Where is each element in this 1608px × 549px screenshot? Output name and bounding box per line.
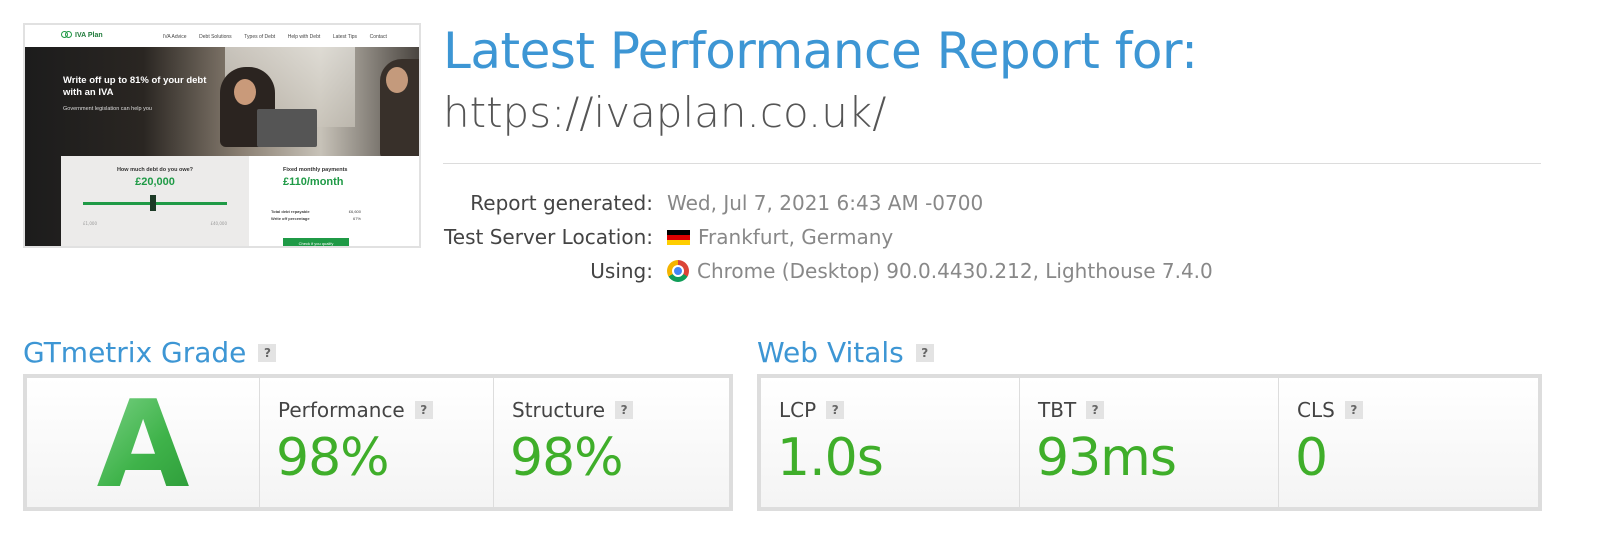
- generated-label: Report generated:: [470, 191, 653, 215]
- thumbnail-cta-button: Check if you qualify: [283, 238, 349, 246]
- logo-rings-icon: [61, 31, 73, 39]
- thumbnail-payment-card: Fixed monthly payments £110/month Total …: [249, 156, 419, 246]
- gtmetrix-grade-heading: GTmetrix Grade ?: [23, 336, 277, 369]
- location-label: Test Server Location:: [443, 225, 653, 249]
- grade-cell: A: [27, 378, 260, 507]
- help-icon[interactable]: ?: [915, 343, 934, 362]
- payment-breakdown: Total debt repayable £6,600 Write off per…: [271, 209, 361, 221]
- performance-label: Performance: [278, 398, 405, 422]
- generated-value: Wed, Jul 7, 2021 6:43 AM -0700: [667, 191, 984, 215]
- help-icon[interactable]: ?: [1086, 401, 1105, 419]
- thumbnail-nav-link: Help with Debt: [287, 34, 321, 40]
- thumbnail-nav-link: Contact: [369, 34, 387, 40]
- report-url[interactable]: https://ivaplan.co.uk/: [443, 88, 886, 137]
- debt-slider-handle: [150, 195, 156, 211]
- tbt-label: TBT: [1038, 398, 1077, 422]
- thumbnail-debt-calculator: How much debt do you owe? £20,000 £1,000…: [61, 156, 249, 246]
- thumbnail-nav-links: IVA Advice Debt Solutions Types of Debt …: [163, 34, 398, 40]
- help-icon[interactable]: ?: [414, 401, 433, 419]
- structure-value: 98%: [510, 428, 624, 488]
- performance-value: 98%: [276, 428, 390, 488]
- cls-label: CLS: [1297, 398, 1335, 422]
- web-vitals-panel: LCP? 1.0s TBT? 93ms CLS? 0: [757, 374, 1542, 511]
- header-divider: [443, 163, 1541, 164]
- debt-amount: £20,000: [135, 176, 175, 188]
- page-screenshot-thumbnail[interactable]: IVA Plan IVA Advice Debt Solutions Types…: [23, 23, 421, 248]
- lcp-label: LCP: [779, 398, 817, 422]
- tbt-cell: TBT? 93ms: [1020, 378, 1279, 507]
- structure-cell: Structure? 98%: [494, 378, 729, 507]
- cls-value: 0: [1295, 428, 1328, 488]
- help-icon[interactable]: ?: [258, 343, 277, 362]
- thumbnail-nav: IVA Plan IVA Advice Debt Solutions Types…: [25, 25, 419, 47]
- slider-max: £40,000: [210, 221, 227, 226]
- thumbnail-nav-link: Debt Solutions: [199, 34, 232, 40]
- using-label: Using:: [590, 259, 653, 283]
- thumbnail-subheadline: Government legislation can help you: [63, 106, 152, 112]
- help-icon[interactable]: ?: [615, 401, 634, 419]
- gtmetrix-grade-panel: A Performance? 98% Structure? 98%: [23, 374, 733, 511]
- germany-flag-icon: [667, 229, 690, 245]
- lcp-value: 1.0s: [777, 428, 884, 488]
- thumbnail-logo: IVA Plan: [61, 31, 103, 39]
- chrome-icon: [667, 260, 689, 282]
- thumbnail-nav-link: IVA Advice: [163, 34, 187, 40]
- payment-label: Fixed monthly payments: [283, 167, 348, 173]
- thumbnail-headline: Write off up to 81% of your debt with an…: [63, 75, 207, 98]
- structure-label: Structure: [512, 398, 606, 422]
- tbt-value: 93ms: [1036, 428, 1177, 488]
- grade-letter: A: [96, 375, 190, 515]
- lcp-cell: LCP? 1.0s: [761, 378, 1020, 507]
- web-vitals-heading: Web Vitals ?: [757, 336, 934, 369]
- cls-cell: CLS? 0: [1279, 378, 1538, 507]
- debt-question: How much debt do you owe?: [116, 167, 194, 173]
- thumbnail-nav-link: Latest Tips: [332, 34, 358, 40]
- using-value: Chrome (Desktop) 90.0.4430.212, Lighthou…: [667, 259, 1213, 283]
- performance-cell: Performance? 98%: [260, 378, 494, 507]
- help-icon[interactable]: ?: [1344, 401, 1363, 419]
- payment-amount: £110/month: [283, 176, 344, 188]
- thumbnail-nav-link: Types of Debt: [244, 34, 276, 40]
- slider-min: £1,000: [83, 221, 97, 226]
- help-icon[interactable]: ?: [826, 401, 845, 419]
- location-value: Frankfurt, Germany: [667, 225, 893, 249]
- report-title: Latest Performance Report for:: [443, 22, 1198, 80]
